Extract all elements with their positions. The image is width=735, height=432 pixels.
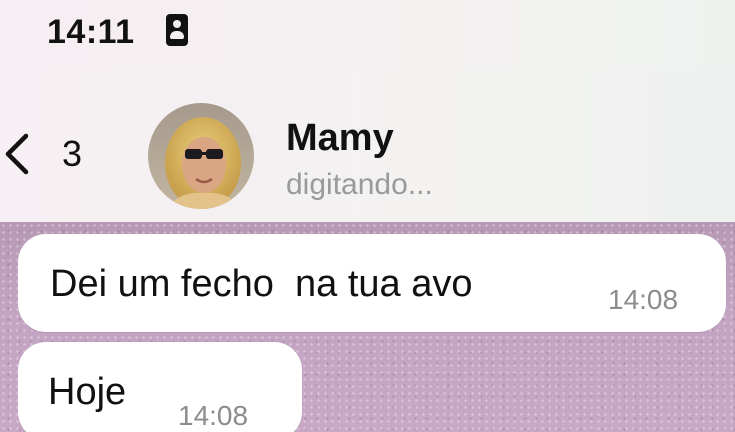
unread-count: 3: [62, 133, 83, 174]
status-time: 14:11: [47, 13, 135, 51]
back-button[interactable]: 3: [0, 120, 100, 190]
chevron-left-icon: [5, 133, 29, 175]
message-text: Dei um fecho na tua avo: [50, 263, 473, 305]
message-time: 14:08: [608, 284, 679, 315]
message-bubble[interactable]: Dei um fecho na tua avo 14:08: [18, 234, 726, 332]
message-time: 14:08: [178, 400, 249, 431]
message-text: Hoje: [48, 371, 127, 413]
message-bubble[interactable]: Hoje 14:08: [18, 342, 302, 432]
contact-avatar[interactable]: [148, 103, 254, 209]
contact-card-icon: [166, 14, 188, 46]
typing-status: digitando...: [286, 168, 433, 201]
chat-header: 3 Mamy digitando...: [0, 70, 735, 222]
contact-name[interactable]: Mamy: [286, 116, 394, 160]
status-bar: 14:11: [0, 0, 735, 70]
chat-message-list[interactable]: Dei um fecho na tua avo 14:08 Hoje 14:08: [0, 222, 735, 432]
